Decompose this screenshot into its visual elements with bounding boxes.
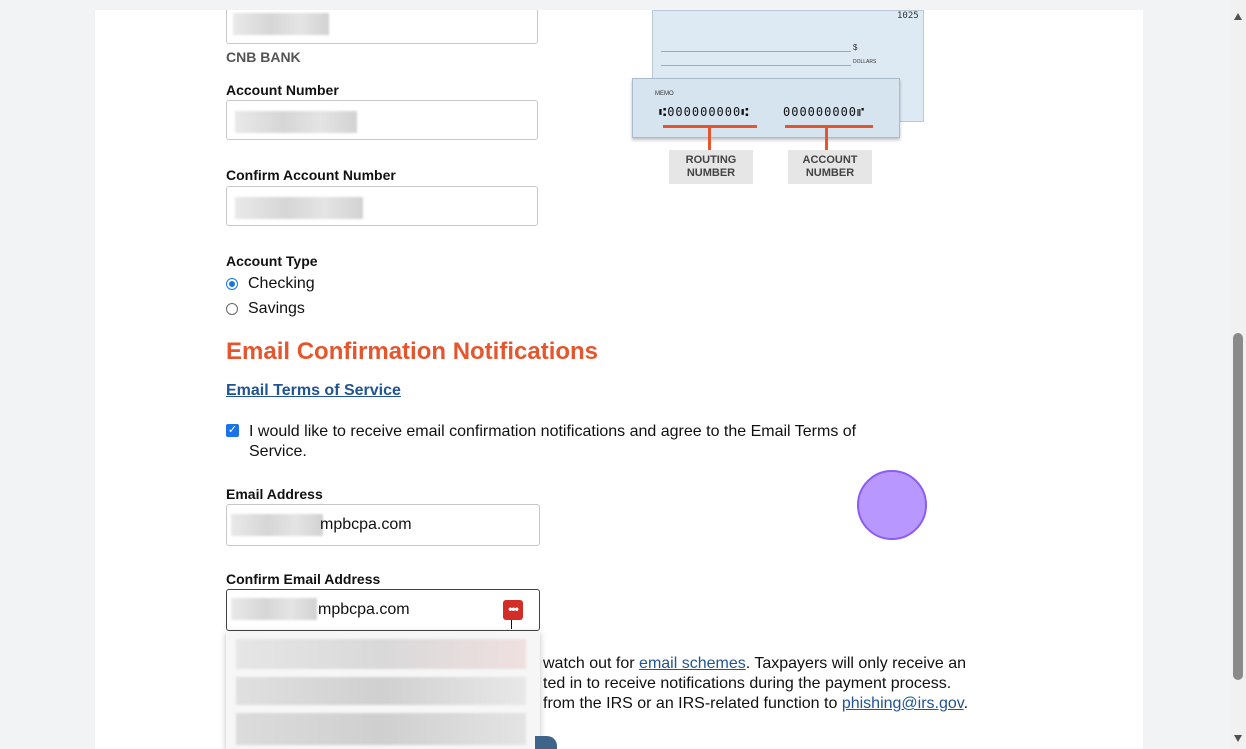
account-number-label: Account Number [226, 82, 339, 98]
confirm-account-number-label: Confirm Account Number [226, 167, 396, 183]
warning-line-2: ted in to receive notifications during t… [543, 675, 952, 692]
routing-pointer [708, 126, 711, 150]
continue-button-partial[interactable] [535, 736, 557, 749]
scroll-down-arrow-icon[interactable] [1234, 735, 1242, 742]
account-pointer [825, 126, 828, 150]
check-number: 1025 [897, 11, 919, 21]
password-manager-icon[interactable]: ••• [503, 600, 523, 620]
radio-savings-label: Savings [248, 300, 305, 317]
redacted-value [231, 514, 323, 536]
redacted-suggestion [236, 639, 526, 669]
confirm-email-label: Confirm Email Address [226, 571, 381, 587]
radio-checking[interactable]: Checking [226, 275, 315, 293]
radio-savings[interactable]: Savings [226, 300, 305, 318]
email-terms-link[interactable]: Email Terms of Service [226, 382, 401, 400]
confirm-email-value: mpbcpa.com [318, 601, 410, 618]
account-number-tag: ACCOUNT NUMBER [788, 150, 872, 184]
check-illustration: 1025 $ DOLLARS MEMO ⑆000000000⑆ 00000000… [632, 10, 924, 185]
redacted-value [235, 111, 357, 133]
check-front: MEMO ⑆000000000⑆ 000000000⑈ [632, 78, 900, 138]
redacted-value [233, 13, 329, 35]
account-type-label: Account Type [226, 253, 318, 269]
radio-button-unchecked[interactable] [226, 303, 238, 315]
email-address-value: mpbcpa.com [320, 516, 412, 533]
payee-line [661, 65, 851, 66]
scroll-thumb[interactable] [1233, 333, 1243, 680]
amount-line [661, 51, 851, 52]
email-section-title: Email Confirmation Notifications [226, 338, 599, 365]
redacted-suggestion [236, 677, 526, 705]
scroll-up-arrow-icon[interactable] [1234, 13, 1242, 20]
email-consent-checkbox[interactable]: ✓ [226, 424, 239, 437]
redacted-value [231, 598, 317, 620]
redacted-suggestion [236, 713, 526, 745]
email-schemes-link[interactable]: email schemes [639, 655, 746, 672]
routing-number-tag: ROUTING NUMBER [669, 150, 753, 184]
warning-line-3: from the IRS or an IRS-related function … [543, 695, 969, 712]
email-address-label: Email Address [226, 486, 323, 502]
warning-line-1: watch out for email schemes. Taxpayers w… [543, 655, 966, 672]
email-consent-text: I would like to receive email confirmati… [249, 423, 857, 460]
phishing-email-link[interactable]: phishing@irs.gov [842, 695, 964, 712]
routing-digits: ⑆000000000⑆ [659, 105, 750, 119]
payment-form-page: CNB BANK Account Number Confirm Account … [95, 10, 1143, 749]
routing-number-input[interactable] [226, 10, 538, 44]
click-indicator [857, 470, 927, 540]
confirm-email-input[interactable]: mpbcpa.com [226, 589, 540, 631]
account-underline [785, 125, 873, 128]
phishing-warning-text: watch out for email schemes. Taxpayers w… [543, 654, 1023, 714]
memo-label: MEMO [655, 91, 674, 97]
bank-name: CNB BANK [226, 49, 301, 65]
account-number-input[interactable] [226, 100, 538, 140]
confirm-account-number-input[interactable] [226, 186, 538, 226]
dollar-sign: $ [853, 43, 858, 52]
page-scrollbar[interactable] [1230, 0, 1246, 749]
dollars-text: DOLLARS [853, 59, 877, 65]
email-address-input[interactable]: mpbcpa.com [226, 504, 540, 546]
autofill-suggestions-dropdown[interactable] [226, 631, 540, 749]
radio-checking-label: Checking [248, 275, 315, 292]
redacted-value [235, 197, 363, 219]
account-digits: 000000000⑈ [783, 105, 866, 119]
radio-button-checked[interactable] [226, 278, 238, 290]
